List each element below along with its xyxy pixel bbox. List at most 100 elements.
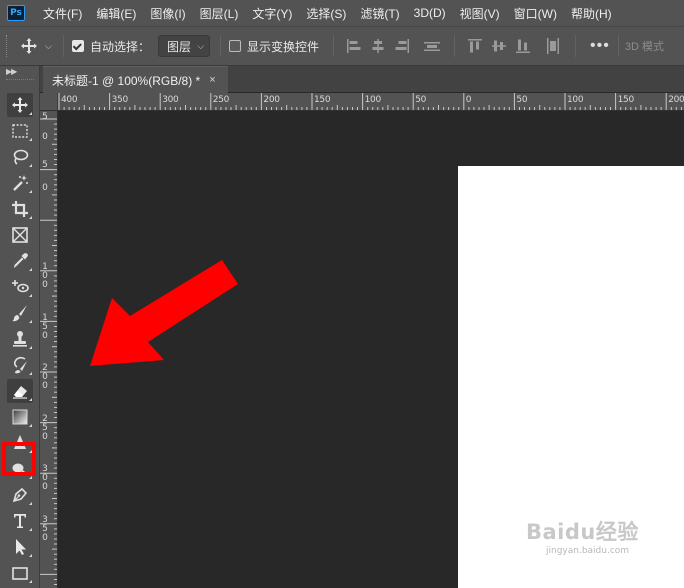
eraser-tool[interactable] <box>7 379 33 403</box>
eyedropper-icon <box>14 253 28 268</box>
horizontal-ruler-label: 300 <box>162 95 179 105</box>
horizontal-ruler-label: 400 <box>61 95 78 105</box>
frame-tool[interactable] <box>7 223 33 247</box>
vertical-ruler[interactable]: 5 0 5 0 100 150 200 250 300 350 <box>40 111 58 588</box>
close-icon[interactable]: × <box>209 74 215 86</box>
ruler-origin[interactable] <box>40 93 58 111</box>
move-tool-preset-icon[interactable] <box>19 36 39 56</box>
auto-select-checkbox[interactable] <box>72 40 84 52</box>
crop-icon <box>12 201 28 217</box>
pen-tool[interactable] <box>7 483 33 507</box>
vertical-ruler-label: 5 <box>42 160 48 170</box>
menu-type[interactable]: 文字(Y) <box>252 5 292 22</box>
menu-layer[interactable]: 图层(L) <box>200 5 239 22</box>
show-transform-checkbox[interactable] <box>229 40 242 52</box>
horizontal-ruler-label: 150 <box>314 95 331 105</box>
shape-tool[interactable] <box>7 561 33 585</box>
auto-select-target-dropdown[interactable]: 图层 ⌵ <box>158 35 211 57</box>
lasso-tool[interactable] <box>7 145 33 169</box>
eyedropper-tool[interactable] <box>7 249 33 273</box>
more-options-button[interactable]: ••• <box>590 37 610 55</box>
3d-mode-label: 3D 模式 <box>624 41 664 53</box>
gradient-tool[interactable] <box>7 405 33 429</box>
menu-view[interactable]: 视图(V) <box>460 5 500 22</box>
collapse-panel-icon[interactable]: ▶▶ <box>6 67 17 76</box>
auto-select-label: 自动选择： <box>90 39 151 54</box>
divider <box>575 35 577 57</box>
menu-3d[interactable]: 3D(D) <box>414 6 446 20</box>
options-bar: ⌵ 自动选择： 图层 ⌵ 显示变换控件 ••• 3D 模式 <box>0 26 684 66</box>
path-selection-tool[interactable] <box>7 535 33 559</box>
vertical-ruler-label: 350 <box>42 515 48 543</box>
chevron-down-icon: ⌵ <box>197 40 205 51</box>
divider <box>63 35 64 57</box>
history-brush-tool[interactable] <box>7 353 33 377</box>
vertical-ruler-label: 200 <box>42 363 48 391</box>
align-bottom-icon[interactable] <box>511 35 535 57</box>
options-bar-grip[interactable] <box>6 35 9 57</box>
document-tab[interactable]: 未标题-1 @ 100%(RGB/8) * × <box>43 66 228 93</box>
auto-select-target-value: 图层 <box>167 39 192 54</box>
eraser-highlight-box <box>2 442 36 476</box>
path-selection-icon <box>16 539 26 555</box>
vertical-ruler-label: 100 <box>42 262 48 290</box>
vertical-ruler-label: 5 <box>42 112 48 122</box>
align-vertical-center-icon[interactable] <box>487 35 511 57</box>
menu-image[interactable]: 图像(I) <box>150 5 185 22</box>
horizontal-ruler-label: 200 <box>668 95 684 105</box>
eraser-icon <box>13 386 27 399</box>
vertical-ruler-label: 0 <box>42 132 48 142</box>
horizontal-ruler-label: 100 <box>567 95 584 105</box>
type-tool[interactable] <box>7 509 33 533</box>
vertical-ruler-label: 250 <box>42 414 48 442</box>
menu-select[interactable]: 选择(S) <box>306 5 346 22</box>
menu-bar: Ps 文件(F) 编辑(E) 图像(I) 图层(L) 文字(Y) 选择(S) 滤… <box>0 0 684 26</box>
healing-brush-icon <box>12 280 29 293</box>
stamp-icon <box>13 331 27 347</box>
move-tool[interactable] <box>7 93 33 117</box>
move-icon <box>12 97 28 113</box>
marquee-tool[interactable] <box>7 119 33 143</box>
divider <box>333 35 335 57</box>
baidu-watermark: Baidu经验 jingyan.baidu.com <box>526 512 656 560</box>
spot-healing-tool[interactable] <box>7 275 33 299</box>
horizontal-ruler-label: 250 <box>212 95 230 105</box>
horizontal-ruler[interactable]: 400 350 300 250 200 150 100 50 0 50 100 150 200 <box>58 93 684 111</box>
align-horizontal-center-icon[interactable] <box>366 35 390 57</box>
horizontal-ruler-label: 50 <box>516 95 528 105</box>
crop-tool[interactable] <box>7 197 33 221</box>
gradient-icon <box>12 409 28 425</box>
menu-help[interactable]: 帮助(H) <box>571 5 612 22</box>
magic-wand-tool[interactable] <box>7 171 33 195</box>
horizontal-ruler-label: 50 <box>415 95 427 105</box>
distribute-horizontal-icon[interactable] <box>541 35 565 57</box>
divider <box>617 35 619 57</box>
history-brush-icon <box>13 356 27 374</box>
chevron-down-icon[interactable]: ⌵ <box>45 41 55 52</box>
distribute-vertical-icon[interactable] <box>420 35 444 57</box>
type-icon <box>14 514 26 528</box>
horizontal-ruler-label: 150 <box>617 95 635 105</box>
lasso-icon <box>13 149 29 165</box>
horizontal-ruler-label: 350 <box>111 95 129 105</box>
tools-panel: ▶▶ <box>0 66 40 588</box>
divider <box>454 35 456 57</box>
align-left-icon[interactable] <box>342 35 366 57</box>
horizontal-ruler-label: 200 <box>263 95 280 105</box>
menu-file[interactable]: 文件(F) <box>43 5 82 22</box>
show-transform-label: 显示变换控件 <box>247 39 320 54</box>
clone-stamp-tool[interactable] <box>7 327 33 351</box>
rectangle-shape-icon <box>12 567 28 580</box>
align-top-icon[interactable] <box>463 35 487 57</box>
watermark-title: Baidu经验 <box>526 520 639 544</box>
menu-filter[interactable]: 滤镜(T) <box>360 5 399 22</box>
menu-edit[interactable]: 编辑(E) <box>96 5 136 22</box>
vertical-ruler-label: 300 <box>42 464 48 492</box>
toolbar-grip[interactable] <box>6 79 34 80</box>
horizontal-ruler-label: 100 <box>364 95 382 105</box>
align-right-icon[interactable] <box>390 35 414 57</box>
vertical-ruler-label: 150 <box>42 313 48 341</box>
brush-tool[interactable] <box>7 301 33 325</box>
align-vertical-buttons <box>463 35 565 57</box>
menu-window[interactable]: 窗口(W) <box>514 5 557 22</box>
